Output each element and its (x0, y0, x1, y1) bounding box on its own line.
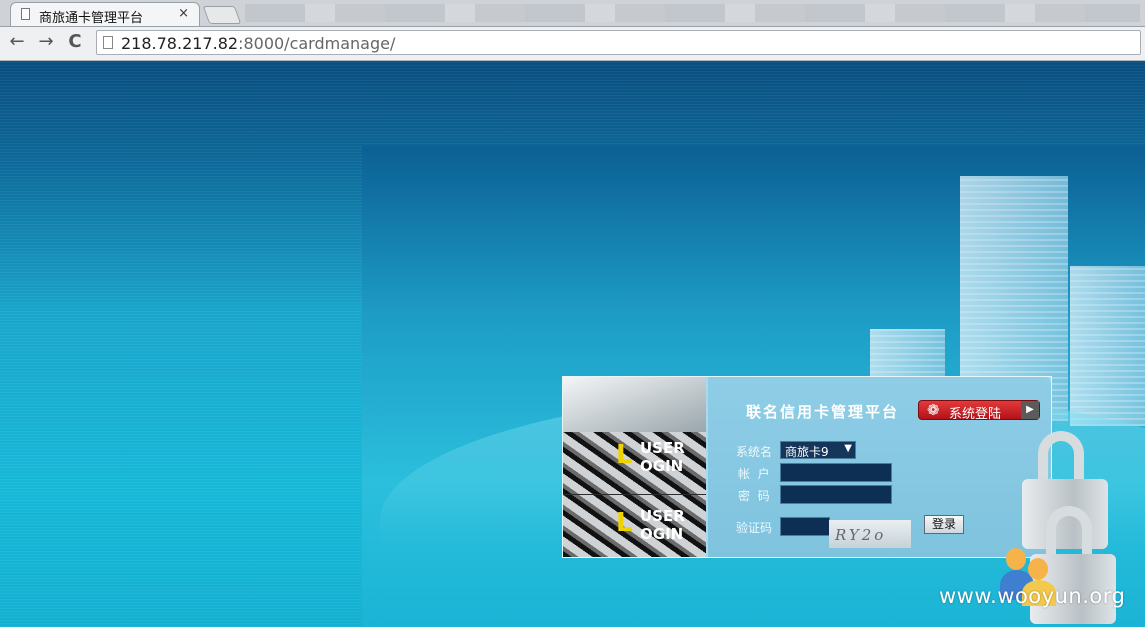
flower-icon: ❁ (927, 401, 940, 419)
tab-bar: 商旅通卡管理平台 × (0, 0, 1145, 27)
captcha-text: RY2o (835, 526, 887, 544)
account-input[interactable] (780, 463, 892, 482)
wooyun-watermark: www.wooyun.org (939, 584, 1126, 608)
url-path: :8000/cardmanage/ (238, 34, 396, 53)
login-form: 联名信用卡管理平台 ❁ 系统登陆 ▶ 系统名 商旅卡9 ▼ 帐 户 密 码 验证… (708, 377, 1051, 557)
system-select[interactable]: 商旅卡9 ▼ (780, 441, 856, 459)
captcha-image[interactable]: RY2o (829, 520, 911, 548)
badge-letter: L (616, 440, 633, 470)
system-login-button[interactable]: ❁ 系统登陆 ▶ (918, 400, 1040, 422)
url-text: 218.78.217.82:8000/cardmanage/ (121, 34, 395, 53)
new-tab-button[interactable] (202, 6, 242, 24)
url-host: 218.78.217.82 (121, 34, 239, 53)
page-background: L USER OGIN L USER OGIN 联名信用卡管理平台 ❁ 系统登陆… (0, 61, 1145, 627)
user-login-badge: L USER OGIN (614, 507, 700, 545)
login-button[interactable]: 登录 (924, 515, 964, 534)
badge-line1: USER (640, 439, 685, 457)
keyboard-illustration: L USER OGIN L USER OGIN (563, 377, 706, 557)
system-login-label: 系统登陆 (949, 407, 1002, 422)
building-image (1070, 266, 1145, 426)
system-name-label: 系统名 (736, 445, 773, 459)
badge-letter: L (616, 508, 633, 538)
blurred-bookmarks-strip (245, 4, 1140, 22)
page-icon (103, 36, 113, 49)
keyboard-top-image (563, 377, 706, 432)
captcha-input[interactable] (780, 517, 830, 536)
play-arrow-icon: ▶ (1021, 401, 1039, 419)
forward-arrow-icon[interactable]: → (35, 31, 57, 52)
reload-icon[interactable]: C (64, 31, 86, 52)
badge-line2: OGIN (640, 525, 684, 543)
back-arrow-icon[interactable]: ← (6, 31, 28, 52)
password-label: 密 码 (738, 489, 770, 503)
browser-toolbar: ← → C 218.78.217.82:8000/cardmanage/ (0, 27, 1145, 61)
captcha-label: 验证码 (736, 521, 773, 535)
system-select-value: 商旅卡9 (785, 445, 829, 459)
user-login-badge: L USER OGIN (614, 439, 700, 477)
badge-line2: OGIN (640, 457, 684, 475)
platform-title: 联名信用卡管理平台 (746, 403, 900, 421)
browser-tab-active[interactable]: 商旅通卡管理平台 × (10, 2, 200, 26)
badge-line1: USER (640, 507, 685, 525)
address-bar[interactable]: 218.78.217.82:8000/cardmanage/ (96, 30, 1141, 55)
chevron-down-icon: ▼ (844, 443, 852, 454)
login-box: L USER OGIN L USER OGIN 联名信用卡管理平台 ❁ 系统登陆… (562, 376, 1052, 558)
password-input[interactable] (780, 485, 892, 504)
account-label: 帐 户 (738, 467, 770, 481)
page-icon (21, 8, 30, 20)
tab-close-icon[interactable]: × (178, 6, 189, 21)
tab-title: 商旅通卡管理平台 (39, 11, 144, 26)
